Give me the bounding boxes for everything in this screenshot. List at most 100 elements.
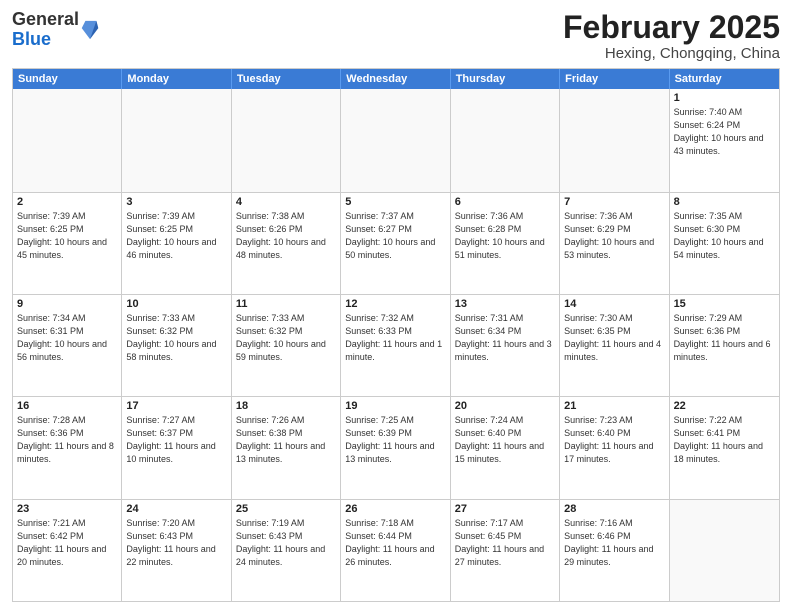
cell-info: Sunrise: 7:39 AM Sunset: 6:25 PM Dayligh… — [17, 210, 117, 262]
cal-cell-r1-c0: 2 Sunrise: 7:39 AM Sunset: 6:25 PM Daylig… — [13, 193, 122, 294]
cal-cell-r0-c0 — [13, 89, 122, 191]
cell-info: Sunrise: 7:38 AM Sunset: 6:26 PM Dayligh… — [236, 210, 336, 262]
cal-cell-r2-c3: 12 Sunrise: 7:32 AM Sunset: 6:33 PM Dayli… — [341, 295, 450, 396]
header-monday: Monday — [122, 69, 231, 89]
cell-info: Sunrise: 7:35 AM Sunset: 6:30 PM Dayligh… — [674, 210, 775, 262]
cal-cell-r0-c4 — [451, 89, 560, 191]
cal-row-1: 2 Sunrise: 7:39 AM Sunset: 6:25 PM Daylig… — [13, 192, 779, 294]
cal-cell-r4-c2: 25 Sunrise: 7:19 AM Sunset: 6:43 PM Dayli… — [232, 500, 341, 601]
day-number: 8 — [674, 196, 775, 208]
cal-cell-r3-c2: 18 Sunrise: 7:26 AM Sunset: 6:38 PM Dayli… — [232, 397, 341, 498]
calendar-body: 1 Sunrise: 7:40 AM Sunset: 6:24 PM Daylig… — [13, 89, 779, 601]
cell-info: Sunrise: 7:16 AM Sunset: 6:46 PM Dayligh… — [564, 517, 664, 569]
day-number: 4 — [236, 196, 336, 208]
cal-cell-r4-c4: 27 Sunrise: 7:17 AM Sunset: 6:45 PM Dayli… — [451, 500, 560, 601]
day-number: 2 — [17, 196, 117, 208]
cell-info: Sunrise: 7:19 AM Sunset: 6:43 PM Dayligh… — [236, 517, 336, 569]
calendar-header: Sunday Monday Tuesday Wednesday Thursday… — [13, 69, 779, 89]
cal-cell-r2-c4: 13Sunrise: 7:31 AM Sunset: 6:34 PM Dayli… — [451, 295, 560, 396]
cal-cell-r1-c5: 7 Sunrise: 7:36 AM Sunset: 6:29 PM Daylig… — [560, 193, 669, 294]
cell-info: Sunrise: 7:40 AM Sunset: 6:24 PM Dayligh… — [674, 106, 775, 158]
cell-info: Sunrise: 7:39 AM Sunset: 6:25 PM Dayligh… — [126, 210, 226, 262]
day-number: 10 — [126, 298, 226, 310]
cal-cell-r4-c1: 24 Sunrise: 7:20 AM Sunset: 6:43 PM Dayli… — [122, 500, 231, 601]
day-number: 6 — [455, 196, 555, 208]
cal-cell-r4-c5: 28Sunrise: 7:16 AM Sunset: 6:46 PM Dayli… — [560, 500, 669, 601]
cal-cell-r3-c5: 21 Sunrise: 7:23 AM Sunset: 6:40 PM Dayli… — [560, 397, 669, 498]
cell-info: Sunrise: 7:20 AM Sunset: 6:43 PM Dayligh… — [126, 517, 226, 569]
cal-cell-r1-c2: 4 Sunrise: 7:38 AM Sunset: 6:26 PM Daylig… — [232, 193, 341, 294]
cell-info: Sunrise: 7:27 AM Sunset: 6:37 PM Dayligh… — [126, 414, 226, 466]
day-number: 23 — [17, 503, 117, 515]
header-saturday: Saturday — [670, 69, 779, 89]
cell-info: Sunrise: 7:29 AM Sunset: 6:36 PM Dayligh… — [674, 312, 775, 364]
day-number: 7 — [564, 196, 664, 208]
header-sunday: Sunday — [13, 69, 122, 89]
day-number: 1 — [674, 92, 775, 104]
cell-info: Sunrise: 7:30 AM Sunset: 6:35 PM Dayligh… — [564, 312, 664, 364]
cal-cell-r0-c3 — [341, 89, 450, 191]
day-number: 26 — [345, 503, 445, 515]
day-number: 16 — [17, 400, 117, 412]
cal-cell-r1-c1: 3 Sunrise: 7:39 AM Sunset: 6:25 PM Daylig… — [122, 193, 231, 294]
day-number: 15 — [674, 298, 775, 310]
cal-cell-r3-c6: 22 Sunrise: 7:22 AM Sunset: 6:41 PM Dayli… — [670, 397, 779, 498]
day-number: 12 — [345, 298, 445, 310]
cal-cell-r4-c0: 23 Sunrise: 7:21 AM Sunset: 6:42 PM Dayli… — [13, 500, 122, 601]
cell-info: Sunrise: 7:22 AM Sunset: 6:41 PM Dayligh… — [674, 414, 775, 466]
cal-cell-r1-c3: 5Sunrise: 7:37 AM Sunset: 6:27 PM Daylig… — [341, 193, 450, 294]
cal-cell-r4-c6 — [670, 500, 779, 601]
cell-info: Sunrise: 7:23 AM Sunset: 6:40 PM Dayligh… — [564, 414, 664, 466]
cell-info: Sunrise: 7:36 AM Sunset: 6:28 PM Dayligh… — [455, 210, 555, 262]
cell-info: Sunrise: 7:36 AM Sunset: 6:29 PM Dayligh… — [564, 210, 664, 262]
title-block: February 2025 Hexing, Chongqing, China — [563, 10, 780, 62]
day-number: 9 — [17, 298, 117, 310]
cal-cell-r3-c0: 16 Sunrise: 7:28 AM Sunset: 6:36 PM Dayli… — [13, 397, 122, 498]
logo: General Blue — [12, 10, 99, 50]
day-number: 24 — [126, 503, 226, 515]
day-number: 11 — [236, 298, 336, 310]
header-thursday: Thursday — [451, 69, 560, 89]
header-friday: Friday — [560, 69, 669, 89]
day-number: 21 — [564, 400, 664, 412]
cell-info: Sunrise: 7:28 AM Sunset: 6:36 PM Dayligh… — [17, 414, 117, 466]
header: General Blue February 2025 Hexing, Chong… — [12, 10, 780, 62]
cell-info: Sunrise: 7:26 AM Sunset: 6:38 PM Dayligh… — [236, 414, 336, 466]
cal-cell-r2-c5: 14Sunrise: 7:30 AM Sunset: 6:35 PM Dayli… — [560, 295, 669, 396]
cal-cell-r2-c2: 11Sunrise: 7:33 AM Sunset: 6:32 PM Dayli… — [232, 295, 341, 396]
location: Hexing, Chongqing, China — [563, 45, 780, 62]
cal-row-0: 1 Sunrise: 7:40 AM Sunset: 6:24 PM Daylig… — [13, 89, 779, 191]
cal-cell-r3-c4: 20 Sunrise: 7:24 AM Sunset: 6:40 PM Dayli… — [451, 397, 560, 498]
day-number: 25 — [236, 503, 336, 515]
cal-cell-r1-c6: 8 Sunrise: 7:35 AM Sunset: 6:30 PM Daylig… — [670, 193, 779, 294]
day-number: 19 — [345, 400, 445, 412]
cal-cell-r0-c1 — [122, 89, 231, 191]
cell-info: Sunrise: 7:18 AM Sunset: 6:44 PM Dayligh… — [345, 517, 445, 569]
cal-cell-r3-c1: 17Sunrise: 7:27 AM Sunset: 6:37 PM Dayli… — [122, 397, 231, 498]
cal-cell-r1-c4: 6 Sunrise: 7:36 AM Sunset: 6:28 PM Daylig… — [451, 193, 560, 294]
logo-general: General — [12, 9, 79, 29]
day-number: 20 — [455, 400, 555, 412]
cell-info: Sunrise: 7:24 AM Sunset: 6:40 PM Dayligh… — [455, 414, 555, 466]
day-number: 18 — [236, 400, 336, 412]
cell-info: Sunrise: 7:21 AM Sunset: 6:42 PM Dayligh… — [17, 517, 117, 569]
day-number: 13 — [455, 298, 555, 310]
day-number: 22 — [674, 400, 775, 412]
cal-cell-r4-c3: 26 Sunrise: 7:18 AM Sunset: 6:44 PM Dayli… — [341, 500, 450, 601]
cal-row-3: 16 Sunrise: 7:28 AM Sunset: 6:36 PM Dayli… — [13, 396, 779, 498]
logo-icon — [81, 19, 99, 41]
cal-cell-r0-c5 — [560, 89, 669, 191]
day-number: 3 — [126, 196, 226, 208]
cal-cell-r0-c6: 1 Sunrise: 7:40 AM Sunset: 6:24 PM Daylig… — [670, 89, 779, 191]
cal-cell-r3-c3: 19 Sunrise: 7:25 AM Sunset: 6:39 PM Dayli… — [341, 397, 450, 498]
cell-info: Sunrise: 7:32 AM Sunset: 6:33 PM Dayligh… — [345, 312, 445, 364]
cell-info: Sunrise: 7:33 AM Sunset: 6:32 PM Dayligh… — [126, 312, 226, 364]
cell-info: Sunrise: 7:17 AM Sunset: 6:45 PM Dayligh… — [455, 517, 555, 569]
day-number: 5 — [345, 196, 445, 208]
header-wednesday: Wednesday — [341, 69, 450, 89]
cell-info: Sunrise: 7:25 AM Sunset: 6:39 PM Dayligh… — [345, 414, 445, 466]
cal-cell-r2-c0: 9Sunrise: 7:34 AM Sunset: 6:31 PM Daylig… — [13, 295, 122, 396]
day-number: 27 — [455, 503, 555, 515]
cal-cell-r2-c6: 15 Sunrise: 7:29 AM Sunset: 6:36 PM Dayli… — [670, 295, 779, 396]
cal-row-4: 23 Sunrise: 7:21 AM Sunset: 6:42 PM Dayli… — [13, 499, 779, 601]
